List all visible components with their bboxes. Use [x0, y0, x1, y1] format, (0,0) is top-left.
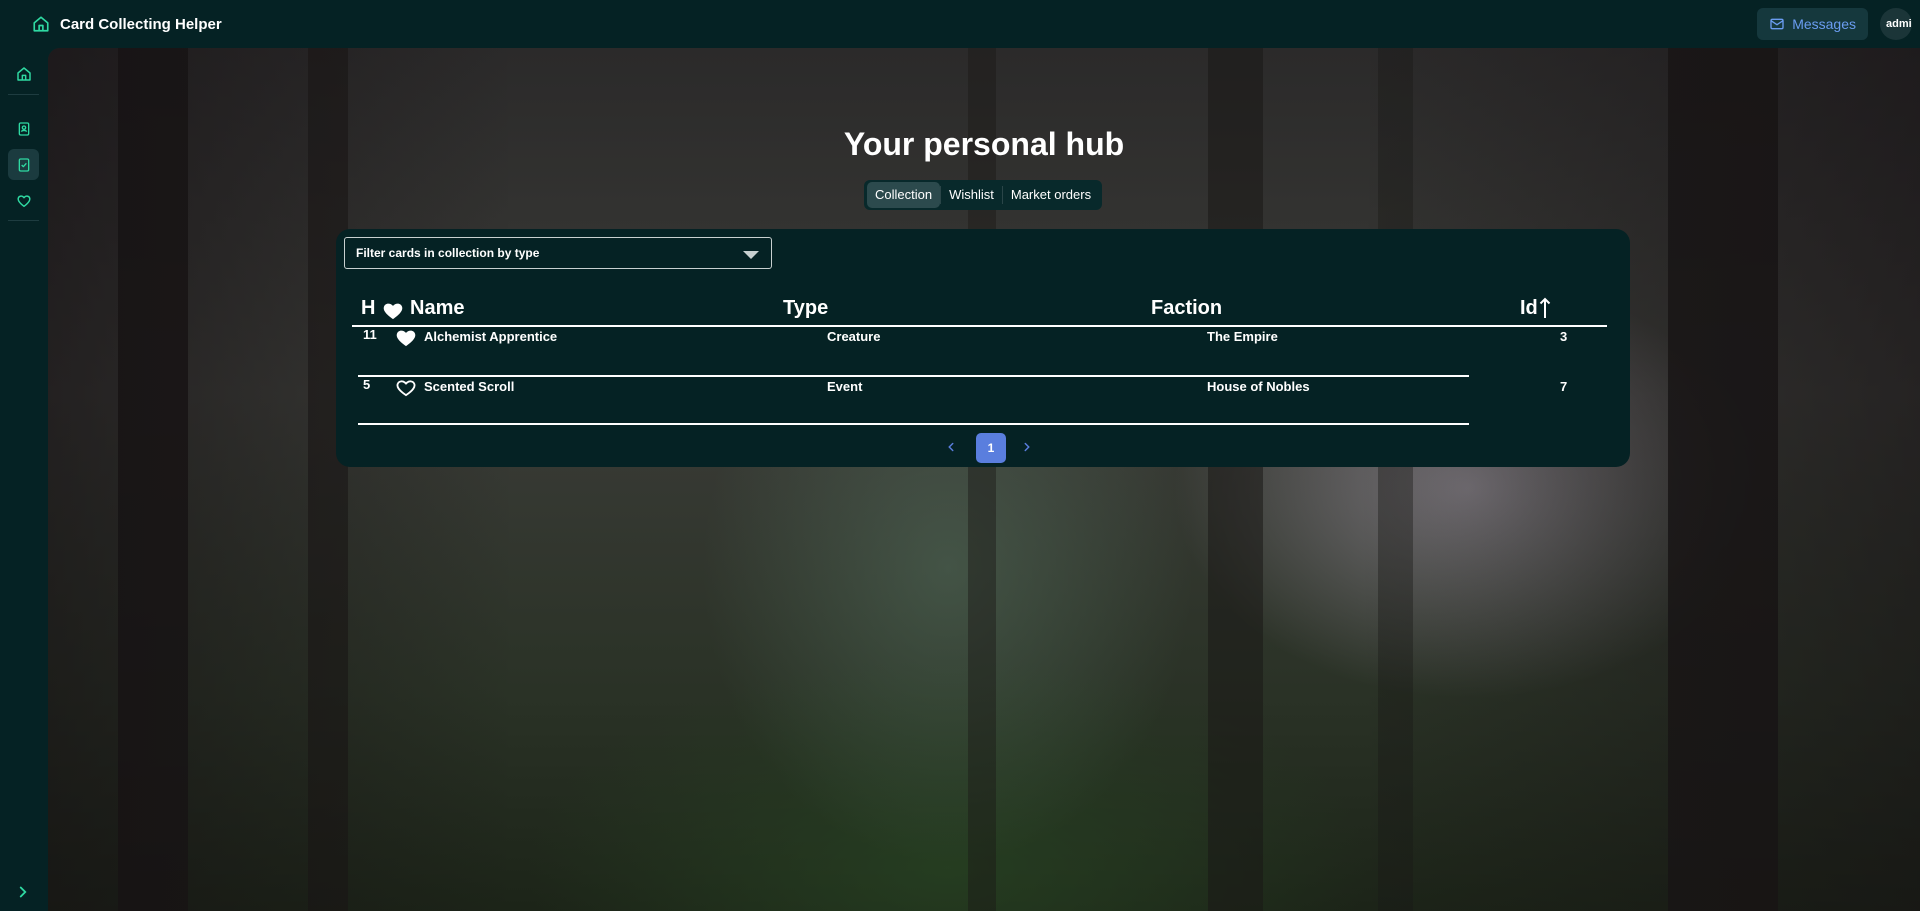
page-button-current[interactable]: 1 [976, 433, 1006, 463]
cell-h: 11 [363, 327, 377, 342]
pagination: 1 [336, 433, 1630, 463]
tab-collection[interactable]: Collection [867, 182, 941, 208]
column-header-h[interactable]: H [361, 297, 375, 320]
home-icon [33, 16, 49, 32]
top-bar: Card Collecting Helper Messages admin [0, 0, 1920, 48]
cell-id: 7 [1560, 379, 1568, 394]
sidebar-item-cards[interactable] [8, 113, 39, 144]
chevron-left-icon[interactable] [944, 440, 958, 454]
cell-type: Creature [827, 329, 881, 344]
sidebar-item-collection[interactable] [8, 149, 39, 180]
chevron-right-icon[interactable] [1020, 440, 1034, 454]
heart-filled-icon[interactable] [395, 327, 417, 347]
type-filter-select[interactable]: Filter cards in collection by type [344, 237, 772, 269]
app-title: Card Collecting Helper [60, 15, 222, 33]
table-header: H Name Type Faction Id [352, 297, 1607, 327]
column-header-id-label: Id [1520, 297, 1538, 319]
column-header-faction[interactable]: Faction [1151, 297, 1222, 320]
sidebar-divider [8, 220, 39, 221]
cell-name: Scented Scroll [424, 379, 515, 394]
cell-type: Event [827, 379, 863, 394]
tab-market-orders[interactable]: Market orders [1003, 182, 1099, 208]
heart-filled-icon[interactable] [382, 300, 404, 320]
table-row[interactable]: 11 Alchemist Apprentice Creature The Emp… [358, 327, 1567, 377]
checklist-icon [18, 157, 29, 172]
column-header-id[interactable]: Id [1520, 297, 1551, 320]
column-header-name[interactable]: Name [410, 297, 464, 320]
column-header-type[interactable]: Type [783, 297, 828, 320]
card-book-icon [18, 121, 29, 136]
main-content: Your personal hub Collection Wishlist Ma… [48, 48, 1920, 911]
filter-placeholder: Filter cards in collection by type [356, 246, 540, 260]
chevron-right-icon[interactable] [14, 883, 32, 901]
avatar[interactable]: admin [1880, 8, 1912, 40]
cell-h: 5 [363, 377, 371, 392]
sidebar-item-wishlist[interactable] [8, 185, 39, 216]
home-icon [16, 66, 31, 81]
table-row[interactable]: 5 Scented Scroll Event House of Nobles 7 [358, 375, 1567, 425]
tab-bar: Collection Wishlist Market orders [864, 180, 1103, 210]
sidebar [0, 48, 48, 911]
cell-faction: House of Nobles [1207, 379, 1310, 394]
cell-name: Alchemist Apprentice [424, 329, 558, 344]
page-title: Your personal hub [843, 126, 1125, 162]
dropdown-arrow-icon [743, 251, 759, 259]
heart-icon [16, 194, 31, 207]
messages-button[interactable]: Messages [1757, 8, 1868, 40]
messages-label: Messages [1792, 16, 1856, 32]
mail-icon [1770, 18, 1784, 30]
sidebar-divider [8, 94, 39, 95]
cell-faction: The Empire [1207, 329, 1278, 344]
heart-outline-icon[interactable] [395, 377, 417, 397]
brand[interactable]: Card Collecting Helper [32, 15, 222, 33]
sidebar-item-home[interactable] [8, 58, 39, 89]
collection-panel: Filter cards in collection by type H Nam… [336, 229, 1630, 467]
cell-id: 3 [1560, 329, 1568, 344]
sort-ascending-icon [1539, 297, 1550, 318]
tab-wishlist[interactable]: Wishlist [941, 182, 1002, 208]
